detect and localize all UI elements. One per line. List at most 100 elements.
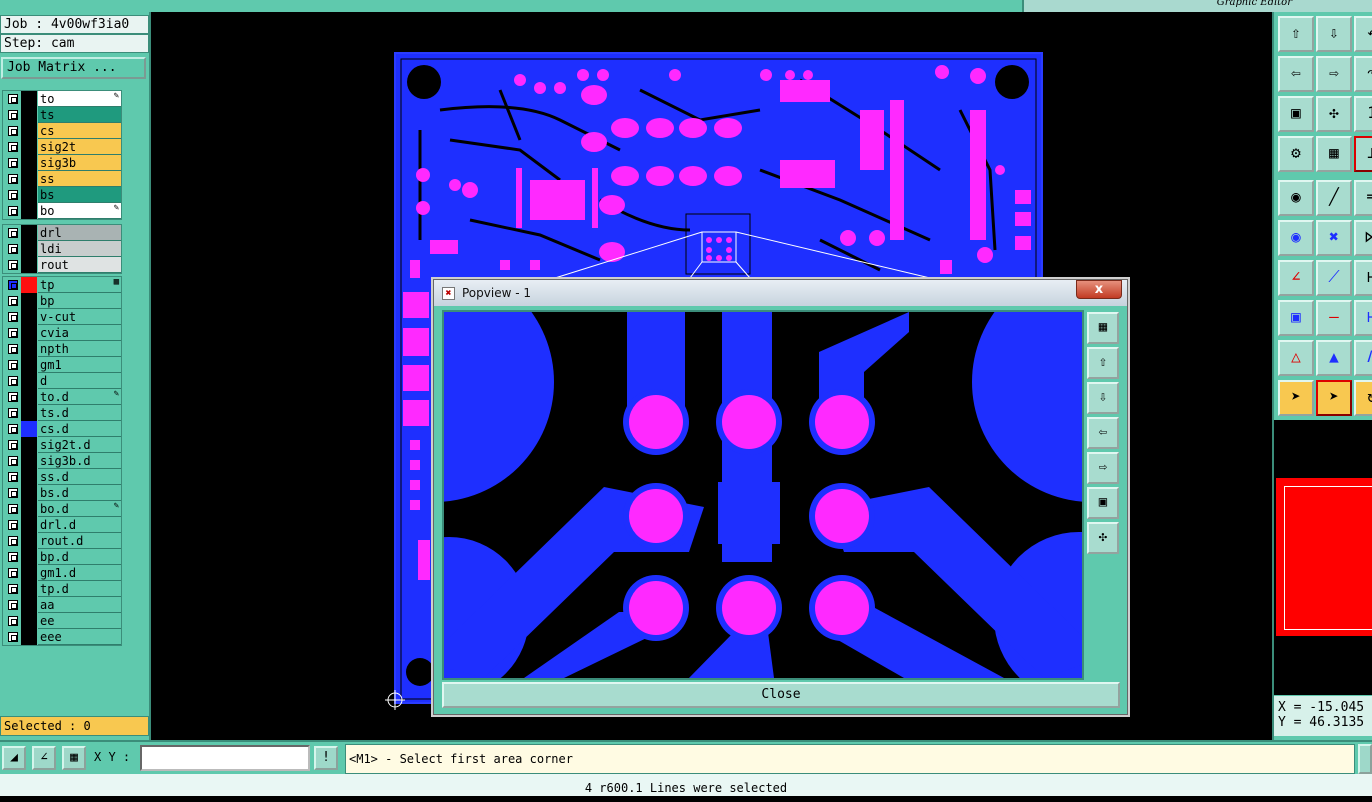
layer-name[interactable]: ss [38, 171, 121, 187]
layer-checkbox[interactable] [8, 280, 18, 290]
layer-name[interactable]: ee [38, 613, 121, 629]
layer-checkbox[interactable] [8, 344, 18, 354]
layer-row-bp.d[interactable]: bp.d [3, 549, 121, 565]
layer-name[interactable]: to [38, 91, 121, 107]
layer-row-gm1.d[interactable]: gm1.d [3, 565, 121, 581]
exclaim-button[interactable]: ! [314, 746, 338, 770]
layer-name[interactable]: cvia [38, 325, 121, 341]
layer-checkbox[interactable] [8, 392, 18, 402]
zoom-home-icon[interactable]: ✣ [1316, 96, 1352, 132]
zoom-home-icon[interactable]: ✣ [1087, 522, 1119, 554]
snap-icon[interactable]: ⊥ [1354, 136, 1372, 172]
layer-name[interactable]: drl.d [38, 517, 121, 533]
layer-name[interactable]: bo [38, 203, 121, 219]
layer-row-cs.d[interactable]: cs.d [3, 421, 121, 437]
layer-name[interactable]: ldi [38, 241, 121, 257]
layer-color-swatch[interactable] [21, 357, 37, 373]
layer-row-cs[interactable]: cs [3, 123, 121, 139]
layer-checkbox[interactable] [8, 616, 18, 626]
layer-row-rout[interactable]: rout [3, 257, 121, 273]
layer-checkbox[interactable] [8, 190, 18, 200]
layer-color-swatch[interactable] [21, 293, 37, 309]
pan-down-icon[interactable]: ⇩ [1316, 16, 1352, 52]
layer-row-drl[interactable]: drl [3, 225, 121, 241]
layer-color-swatch[interactable] [21, 91, 37, 107]
pointer-icon[interactable]: ➤ [1278, 380, 1314, 416]
layer-checkbox[interactable] [8, 244, 18, 254]
layer-name[interactable]: gm1 [38, 357, 121, 373]
layer-checkbox[interactable] [8, 174, 18, 184]
layer-color-swatch[interactable] [21, 309, 37, 325]
dimension-icon[interactable]: ⊢ [1354, 300, 1372, 336]
xy-input[interactable] [140, 745, 310, 771]
layer-color-swatch[interactable] [21, 171, 37, 187]
layer-name[interactable]: d [38, 373, 121, 389]
zoom-fit-icon[interactable]: ▣ [1087, 487, 1119, 519]
popview-canvas[interactable] [442, 310, 1084, 680]
layer-color-swatch[interactable] [21, 517, 37, 533]
cross-icon[interactable]: ✖ [1316, 220, 1352, 256]
layer-row-ss[interactable]: ss [3, 171, 121, 187]
layer-row-ee[interactable]: ee [3, 613, 121, 629]
layer-name[interactable]: bp.d [38, 549, 121, 565]
layer-row-eee[interactable]: eee [3, 629, 121, 645]
layer-row-ss.d[interactable]: ss.d [3, 469, 121, 485]
layer-row-sig3b.d[interactable]: sig3b.d [3, 453, 121, 469]
slash-icon[interactable]: ⟋ [1316, 260, 1352, 296]
layer-color-swatch[interactable] [21, 187, 37, 203]
layer-checkbox[interactable] [8, 488, 18, 498]
zoom-fit-icon[interactable]: ▣ [1278, 96, 1314, 132]
layer-name[interactable]: eee [38, 629, 121, 645]
pointer-select-icon[interactable]: ➤ [1316, 380, 1352, 416]
layer-row-ts.d[interactable]: ts.d [3, 405, 121, 421]
minus-icon[interactable]: — [1316, 300, 1352, 336]
layer-row-drl.d[interactable]: drl.d [3, 517, 121, 533]
layer-name[interactable]: aa [38, 597, 121, 613]
arrow-up-icon[interactable]: ▲ [1316, 340, 1352, 376]
layer-row-sig2t[interactable]: sig2t [3, 139, 121, 155]
layer-color-swatch[interactable] [21, 453, 37, 469]
layer-checkbox[interactable] [8, 472, 18, 482]
layer-row-bp[interactable]: bp [3, 293, 121, 309]
layer-name[interactable]: rout.d [38, 533, 121, 549]
layer-checkbox[interactable] [8, 328, 18, 338]
layer-name[interactable]: bo.d [38, 501, 121, 517]
layer-name[interactable]: bs.d [38, 485, 121, 501]
grid-lock-icon[interactable]: ▦ [62, 746, 86, 770]
layer-row-ldi[interactable]: ldi [3, 241, 121, 257]
layer-checkbox[interactable] [8, 158, 18, 168]
layer-checkbox[interactable] [8, 584, 18, 594]
select-pad-icon[interactable]: ▣ [1278, 300, 1314, 336]
layer-name[interactable]: bs [38, 187, 121, 203]
layer-row-sig2t.d[interactable]: sig2t.d [3, 437, 121, 453]
layer-name[interactable]: drl [38, 225, 121, 241]
layer-name[interactable]: bp [38, 293, 121, 309]
layer-row-npth[interactable]: npth [3, 341, 121, 357]
layer-checkbox[interactable] [8, 632, 18, 642]
layer-name[interactable]: npth [38, 341, 121, 357]
net-icon[interactable]: ⋈ [1354, 220, 1372, 256]
rotate-icon[interactable]: ↻ [1354, 380, 1372, 416]
layer-color-swatch[interactable] [21, 203, 37, 219]
pan-up-icon[interactable]: ⇧ [1278, 16, 1314, 52]
layer-row-tp.d[interactable]: tp.d [3, 581, 121, 597]
layer-row-bs.d[interactable]: bs.d [3, 485, 121, 501]
layer-checkbox[interactable] [8, 296, 18, 306]
layer-name[interactable]: tp.d [38, 581, 121, 597]
line-draw-icon[interactable]: ╱ [1316, 180, 1352, 216]
layer-checkbox[interactable] [8, 376, 18, 386]
measure-icon[interactable]: ═ [1354, 180, 1372, 216]
layer-color-swatch[interactable] [21, 325, 37, 341]
layer-color-swatch[interactable] [21, 421, 37, 437]
layer-checkbox[interactable] [8, 94, 18, 104]
layer-row-gm1[interactable]: gm1 [3, 357, 121, 373]
pan-left-icon[interactable]: ⇦ [1278, 56, 1314, 92]
layer-color-swatch[interactable] [21, 123, 37, 139]
layer-checkbox[interactable] [8, 260, 18, 270]
layer-name[interactable]: sig3b [38, 155, 121, 171]
angle-snap-icon[interactable]: ∠ [32, 746, 56, 770]
pan-left-icon[interactable]: ⇦ [1087, 417, 1119, 449]
layer-checkbox[interactable] [8, 228, 18, 238]
layer-checkbox[interactable] [8, 536, 18, 546]
bar-end-button[interactable] [1358, 744, 1372, 774]
